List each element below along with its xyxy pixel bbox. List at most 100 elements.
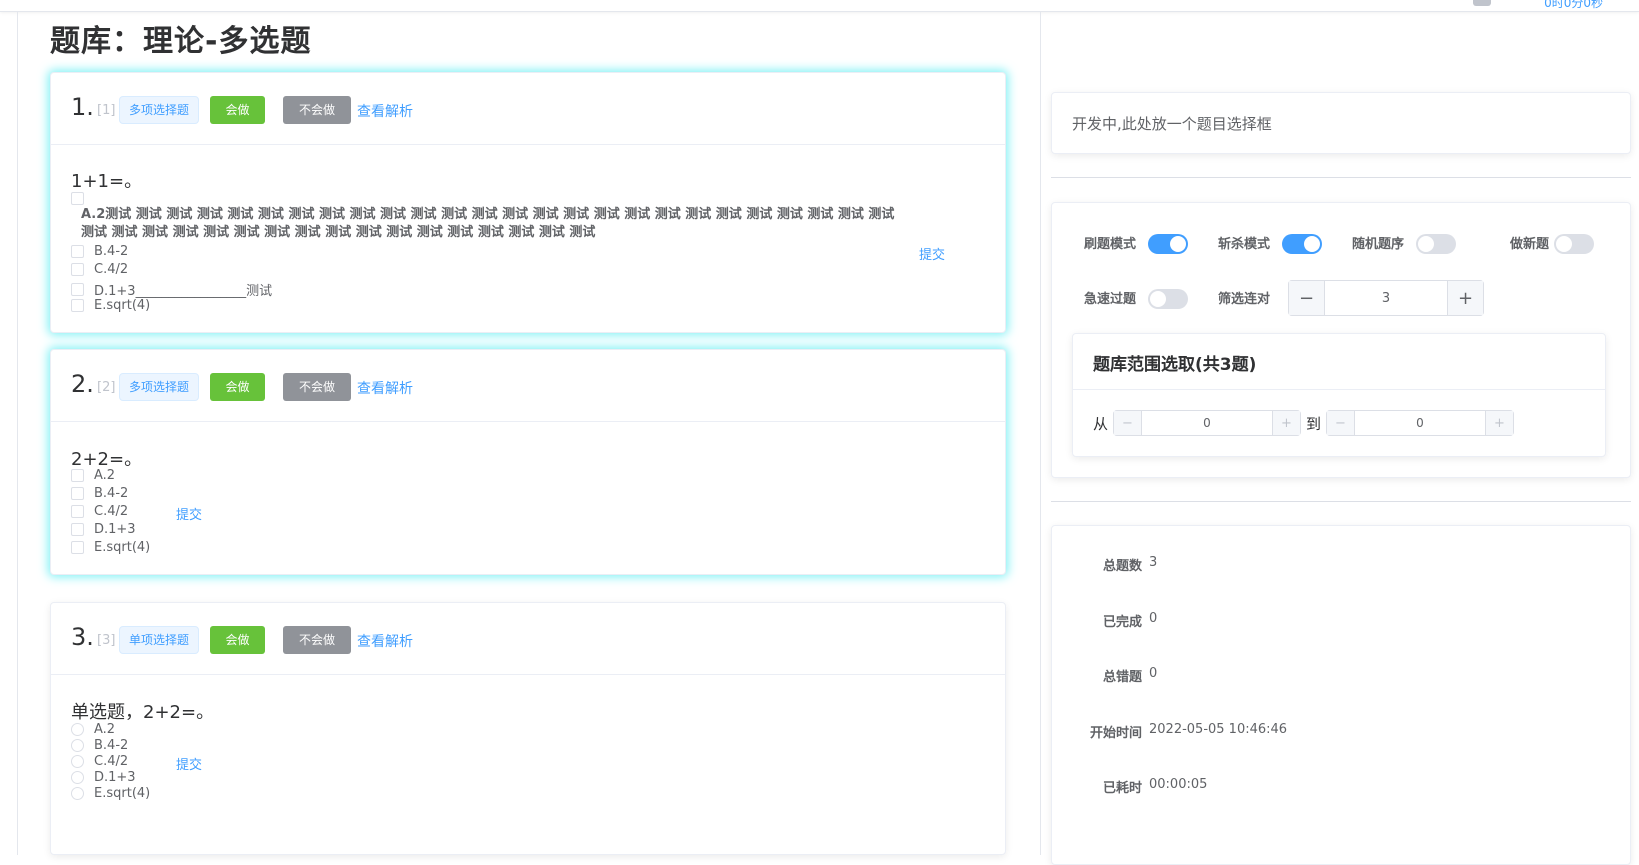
question-type-tag: 单项选择题 [119, 626, 199, 654]
question-number: 1. [71, 93, 94, 121]
decrement-button[interactable]: − [1114, 411, 1142, 435]
checkbox[interactable] [71, 505, 84, 518]
random-order-switch[interactable] [1416, 234, 1456, 254]
checkbox[interactable] [71, 263, 84, 276]
radio[interactable] [71, 723, 84, 736]
know-button[interactable]: 会做 [210, 96, 265, 124]
range-to-stepper[interactable]: − 0 + [1326, 410, 1514, 436]
dont-know-button[interactable]: 不会做 [283, 626, 351, 654]
question-card-2: 2. [2] 多项选择题 会做 不会做 查看解析 2+2=。 A.2 B.4-2… [50, 349, 1006, 575]
submit-link[interactable]: 提交 [176, 754, 202, 773]
option-a-checkbox-row[interactable] [71, 192, 94, 205]
range-from-stepper[interactable]: − 0 + [1113, 410, 1301, 436]
practice-mode-label: 刷题模式 [1084, 237, 1137, 252]
question-header: 2. [2] 多项选择题 会做 不会做 查看解析 [51, 350, 1005, 422]
range-to-label: 到 [1306, 415, 1322, 433]
kill-mode-switch[interactable] [1282, 234, 1322, 254]
dont-know-button[interactable]: 不会做 [283, 373, 351, 401]
top-bar: 0时0分0秒 [0, 0, 1639, 12]
start-time-value: 2022-05-05 10:46:46 [1149, 722, 1288, 737]
radio[interactable] [71, 771, 84, 784]
stepper-value[interactable]: 0 [1355, 411, 1485, 435]
fast-pass-label: 急速过题 [1084, 292, 1137, 307]
checkbox[interactable] [71, 487, 84, 500]
practice-mode-switch[interactable] [1148, 234, 1188, 254]
checkbox[interactable] [71, 299, 84, 312]
elapsed-timer: 0时0分0秒 [1544, 0, 1603, 10]
option-b[interactable]: B.4-2 [71, 738, 128, 753]
increment-button[interactable]: + [1272, 411, 1300, 435]
checkbox[interactable] [71, 245, 84, 258]
total-wrong-label: 总错题 [1102, 670, 1142, 685]
range-card-header: 题库范围选取(共3题) [1073, 334, 1605, 390]
radio[interactable] [71, 755, 84, 768]
option-c[interactable]: C.4/2 [71, 754, 128, 769]
new-questions-label: 做新题 [1510, 237, 1550, 252]
range-title: 题库范围选取(共3题) [1093, 355, 1257, 375]
checkbox[interactable] [71, 192, 84, 205]
question-text: 1+1=。 [71, 171, 143, 192]
question-header: 1. [1] 多项选择题 会做 不会做 查看解析 [51, 73, 1005, 145]
question-type-tag: 多项选择题 [119, 373, 199, 401]
new-questions-switch[interactable] [1554, 234, 1594, 254]
option-d[interactable]: D.1+3 [71, 770, 136, 785]
dont-know-button[interactable]: 不会做 [283, 96, 351, 124]
stepper-value[interactable]: 3 [1325, 281, 1447, 315]
question-number: 2. [71, 370, 94, 398]
option-d[interactable]: D.1+3_________________测试 [71, 280, 272, 299]
submit-link[interactable]: 提交 [176, 504, 202, 523]
checkbox[interactable] [71, 469, 84, 482]
view-analysis-link[interactable]: 查看解析 [357, 101, 413, 121]
decrement-button[interactable]: − [1289, 281, 1325, 315]
option-c[interactable]: C.4/2 [71, 504, 128, 519]
option-d[interactable]: D.1+3 [71, 522, 136, 537]
option-a[interactable]: A.2 [71, 468, 115, 483]
option-a-label: A.2测试 测试 测试 测试 测试 测试 测试 测试 测试 测试 测试 测试 测… [81, 207, 895, 240]
question-header: 3. [3] 单项选择题 会做 不会做 查看解析 [51, 603, 1005, 675]
know-button[interactable]: 会做 [210, 373, 265, 401]
settings-card: 刷题模式 斩杀模式 随机题序 做新题 急速过题 筛选连对 − 3 + 题库范围选… [1051, 202, 1631, 478]
question-index: [1] [97, 103, 116, 118]
radio[interactable] [71, 739, 84, 752]
elapsed-value: 00:00:05 [1149, 777, 1208, 792]
question-text: 单选题，2+2=。 [71, 702, 215, 723]
checkbox[interactable] [71, 541, 84, 554]
checkbox[interactable] [71, 523, 84, 536]
decrement-button[interactable]: − [1327, 411, 1355, 435]
radio[interactable] [71, 787, 84, 800]
fast-pass-switch[interactable] [1148, 289, 1188, 309]
start-time-label: 开始时间 [1089, 726, 1142, 741]
stats-card: 总题数 3 已完成 0 总错题 0 开始时间 2022-05-05 10:46:… [1051, 525, 1631, 865]
avatar[interactable] [1473, 0, 1491, 6]
option-e[interactable]: E.sqrt(4) [71, 540, 150, 555]
switch-knob [1418, 236, 1434, 252]
question-selector-placeholder: 开发中,此处放一个题目选择框 [1051, 92, 1631, 154]
option-e[interactable]: E.sqrt(4) [71, 298, 150, 313]
question-card-1: 1. [1] 多项选择题 会做 不会做 查看解析 1+1=。 A.2测试 测试 … [50, 72, 1006, 333]
checkbox[interactable] [71, 283, 84, 296]
kill-mode-label: 斩杀模式 [1218, 237, 1271, 252]
question-type-tag: 多项选择题 [119, 96, 199, 124]
switch-knob [1304, 236, 1320, 252]
total-wrong-value: 0 [1149, 666, 1158, 681]
option-c[interactable]: C.4/2 [71, 262, 128, 277]
option-a[interactable]: A.2 [71, 722, 115, 737]
view-analysis-link[interactable]: 查看解析 [357, 631, 413, 651]
option-b[interactable]: B.4-2 [71, 486, 128, 501]
total-questions-value: 3 [1149, 555, 1158, 570]
total-questions-label: 总题数 [1102, 559, 1142, 574]
view-analysis-link[interactable]: 查看解析 [357, 378, 413, 398]
question-card-3: 3. [3] 单项选择题 会做 不会做 查看解析 单选题，2+2=。 A.2 B… [50, 602, 1006, 855]
elapsed-label: 已耗时 [1102, 781, 1142, 796]
submit-link[interactable]: 提交 [919, 244, 945, 263]
increment-button[interactable]: + [1485, 411, 1513, 435]
increment-button[interactable]: + [1447, 281, 1483, 315]
filter-streak-label: 筛选连对 [1218, 292, 1271, 307]
filter-streak-stepper[interactable]: − 3 + [1288, 280, 1484, 316]
completed-value: 0 [1149, 611, 1158, 626]
stepper-value[interactable]: 0 [1142, 411, 1272, 435]
know-button[interactable]: 会做 [210, 626, 265, 654]
option-e[interactable]: E.sqrt(4) [71, 786, 150, 801]
option-b[interactable]: B.4-2 [71, 244, 128, 259]
question-index: [2] [97, 380, 116, 395]
